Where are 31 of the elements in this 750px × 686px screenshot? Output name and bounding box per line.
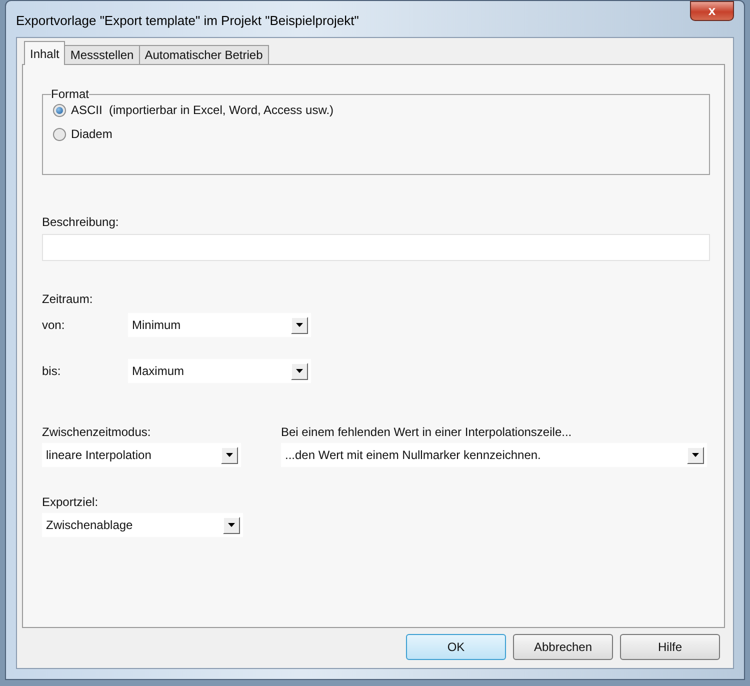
export-target-dropdown[interactable]: Zwischenablage [42, 513, 243, 537]
radio-label: ASCII (importierbar in Excel, Word, Access usw.) [71, 103, 334, 117]
section-label: Zeitraum: [42, 292, 94, 306]
selected-value: lineare Interpolation [46, 448, 152, 462]
missing-value-dropdown[interactable]: ...den Wert mit einem Nullmarker kennzeichnen. [281, 443, 707, 467]
selected-value: Zwischenablage [46, 518, 133, 532]
radio-button[interactable] [53, 128, 66, 140]
dialog-button[interactable]: OK [406, 634, 506, 660]
description-field[interactable] [42, 234, 710, 261]
field-label: bis: [42, 364, 62, 378]
interim-mode-dropdown[interactable]: lineare Interpolation [42, 443, 241, 467]
field-label: Bei einem fehlenden Wert in einer Interpolationszeile... [281, 425, 573, 439]
radio-button[interactable] [53, 104, 66, 116]
from-dropdown[interactable]: Minimum [128, 313, 311, 337]
window-title: Exportvorlage "Export template" im Projekt "Beispielprojekt" [16, 13, 360, 28]
selected-value: Maximum [132, 364, 184, 378]
group-title: Format [51, 87, 90, 101]
selected-value: Minimum [132, 318, 181, 332]
dialog-button[interactable]: Abbrechen [513, 634, 613, 660]
to-dropdown[interactable]: Maximum [128, 359, 311, 383]
dialog-button[interactable]: Hilfe [620, 634, 720, 660]
radio-label: Diadem [71, 127, 112, 141]
selected-value: ...den Wert mit einem Nullmarker kennzeichnen. [285, 448, 541, 462]
tab[interactable]: Messstellen [64, 45, 140, 65]
field-label: von: [42, 318, 66, 332]
tab[interactable]: Inhalt [24, 41, 66, 65]
tab[interactable]: Automatischer Betrieb [138, 45, 269, 65]
field-label: Zwischenzeitmodus: [42, 425, 152, 439]
field-label: Exportziel: [42, 495, 100, 509]
close-button[interactable]: x [690, 1, 734, 21]
field-label: Beschreibung: [42, 215, 120, 229]
